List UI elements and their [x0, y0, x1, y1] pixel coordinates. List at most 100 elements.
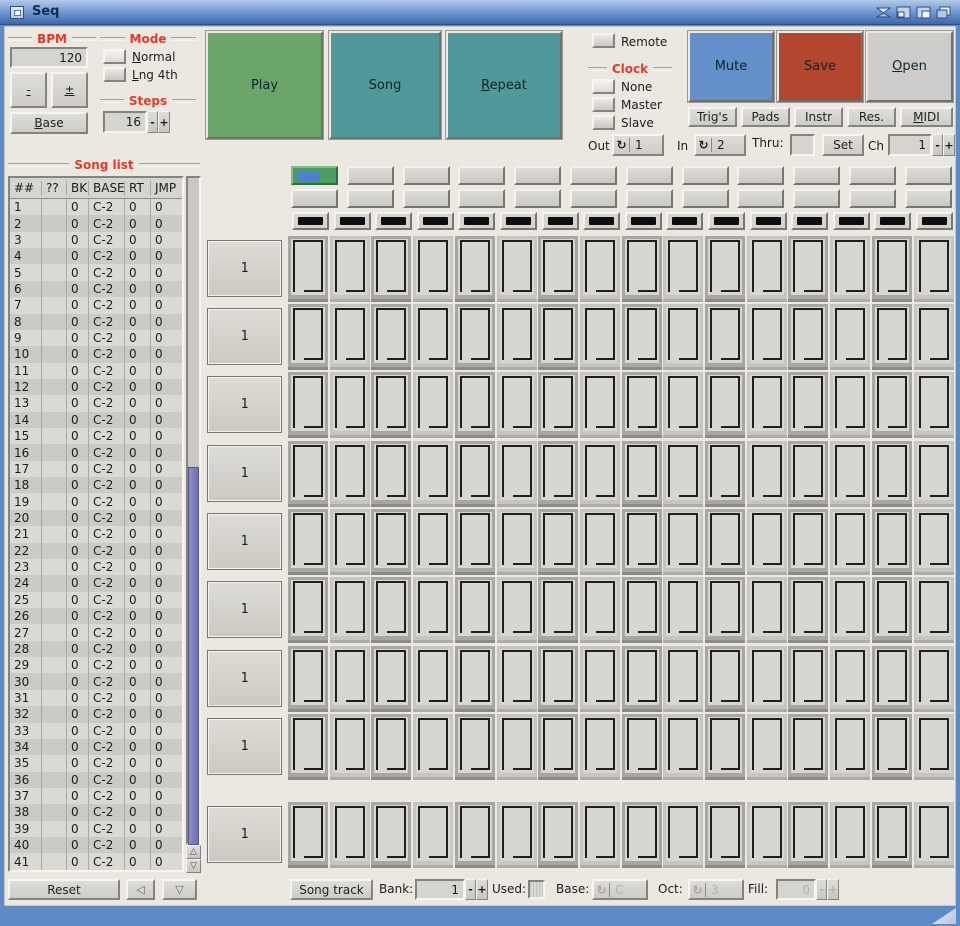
bpm-plusminus-button[interactable]: ± — [51, 72, 88, 108]
mute-led-button[interactable] — [874, 212, 911, 230]
step-button[interactable] — [666, 717, 700, 773]
step-button[interactable] — [750, 649, 784, 705]
step-button[interactable] — [374, 649, 408, 705]
step-button[interactable] — [333, 580, 367, 636]
thru-box[interactable] — [790, 134, 815, 156]
step-button[interactable] — [666, 580, 700, 636]
step-button[interactable] — [416, 805, 450, 861]
song-list-row[interactable]: 300C-200 — [10, 673, 182, 689]
mute-led-button[interactable] — [500, 212, 537, 230]
step-button[interactable] — [374, 805, 408, 861]
pattern-button[interactable] — [570, 166, 617, 185]
step-button[interactable] — [500, 375, 534, 431]
ch-decrement-button[interactable]: - — [932, 134, 943, 156]
step-button[interactable] — [583, 649, 617, 705]
tab-instr[interactable]: Instr — [794, 107, 843, 127]
track-select-button[interactable]: 1 — [207, 513, 282, 570]
scroll-down-button[interactable]: ▽ — [186, 859, 201, 873]
step-button[interactable] — [416, 307, 450, 363]
step-button[interactable] — [500, 717, 534, 773]
step-button[interactable] — [333, 239, 367, 295]
song-list-row[interactable]: 10C-200 — [10, 199, 182, 215]
song-list-row[interactable]: 30C-200 — [10, 232, 182, 248]
mute-led-button[interactable] — [708, 212, 745, 230]
song-list-row[interactable]: 330C-200 — [10, 723, 182, 739]
repeat-button[interactable]: Repeat — [446, 31, 562, 139]
step-button[interactable] — [791, 375, 825, 431]
step-button[interactable] — [666, 512, 700, 568]
step-button[interactable] — [750, 512, 784, 568]
song-list-row[interactable]: 110C-200 — [10, 363, 182, 379]
step-button[interactable] — [541, 717, 575, 773]
step-button[interactable] — [666, 444, 700, 500]
song-list-row[interactable]: 50C-200 — [10, 264, 182, 280]
track-select-button[interactable]: 1 — [207, 308, 282, 365]
step-button[interactable] — [374, 375, 408, 431]
bank-field[interactable]: 1 — [415, 879, 465, 900]
depth-gadget-icon[interactable] — [935, 5, 952, 20]
resize-gadget-icon[interactable] — [932, 908, 956, 924]
tab-trigs[interactable]: Trig's — [688, 107, 737, 127]
song-list-row[interactable]: 310C-200 — [10, 690, 182, 706]
step-button[interactable] — [791, 307, 825, 363]
step-button[interactable] — [374, 307, 408, 363]
song-list-row[interactable]: 150C-200 — [10, 428, 182, 444]
mute-led-button[interactable] — [334, 212, 371, 230]
song-list-row[interactable]: 140C-200 — [10, 412, 182, 428]
step-button[interactable] — [750, 444, 784, 500]
mute-led-button[interactable] — [833, 212, 870, 230]
step-button[interactable] — [875, 307, 909, 363]
step-button[interactable] — [333, 444, 367, 500]
step-button[interactable] — [541, 307, 575, 363]
step-button[interactable] — [458, 444, 492, 500]
step-button[interactable] — [708, 375, 742, 431]
step-button[interactable] — [583, 580, 617, 636]
step-button[interactable] — [416, 375, 450, 431]
step-button[interactable] — [875, 375, 909, 431]
step-button[interactable] — [416, 717, 450, 773]
pattern-button[interactable] — [793, 189, 840, 208]
step-button[interactable] — [833, 805, 867, 861]
song-list-row[interactable]: 190C-200 — [10, 493, 182, 509]
pattern-button[interactable] — [626, 189, 673, 208]
step-button[interactable] — [291, 307, 325, 363]
song-list-row[interactable]: 210C-200 — [10, 526, 182, 542]
step-button[interactable] — [458, 375, 492, 431]
step-button[interactable] — [708, 580, 742, 636]
song-list-row[interactable]: 240C-200 — [10, 575, 182, 591]
step-button[interactable] — [333, 649, 367, 705]
step-button[interactable] — [708, 512, 742, 568]
step-button[interactable] — [875, 512, 909, 568]
step-button[interactable] — [291, 512, 325, 568]
titlebar[interactable]: Seq — [0, 0, 960, 25]
song-list-row[interactable]: 220C-200 — [10, 543, 182, 559]
song-list-row[interactable]: 170C-200 — [10, 461, 182, 477]
step-button[interactable] — [374, 444, 408, 500]
steps-field[interactable]: 16 — [103, 111, 147, 133]
pattern-button[interactable] — [458, 189, 505, 208]
step-button[interactable] — [541, 444, 575, 500]
step-button[interactable] — [833, 239, 867, 295]
pattern-button[interactable] — [403, 189, 450, 208]
step-button[interactable] — [666, 649, 700, 705]
step-button[interactable] — [917, 444, 951, 500]
base-button[interactable]: Base — [10, 112, 88, 134]
step-button[interactable] — [583, 444, 617, 500]
step-button[interactable] — [583, 717, 617, 773]
pattern-button[interactable] — [737, 189, 784, 208]
song-list-row[interactable]: 390C-200 — [10, 821, 182, 837]
track-select-button[interactable]: 1 — [207, 806, 282, 863]
step-button[interactable] — [875, 649, 909, 705]
mute-led-button[interactable] — [916, 212, 953, 230]
mute-led-button[interactable] — [542, 212, 579, 230]
step-button[interactable] — [750, 717, 784, 773]
step-button[interactable] — [791, 512, 825, 568]
step-button[interactable] — [583, 512, 617, 568]
song-list-row[interactable]: 350C-200 — [10, 755, 182, 771]
step-button[interactable] — [541, 649, 575, 705]
pattern-button[interactable] — [403, 166, 450, 185]
step-button[interactable] — [917, 239, 951, 295]
step-button[interactable] — [708, 239, 742, 295]
pattern-button[interactable] — [347, 166, 394, 185]
pattern-button[interactable] — [682, 166, 729, 185]
